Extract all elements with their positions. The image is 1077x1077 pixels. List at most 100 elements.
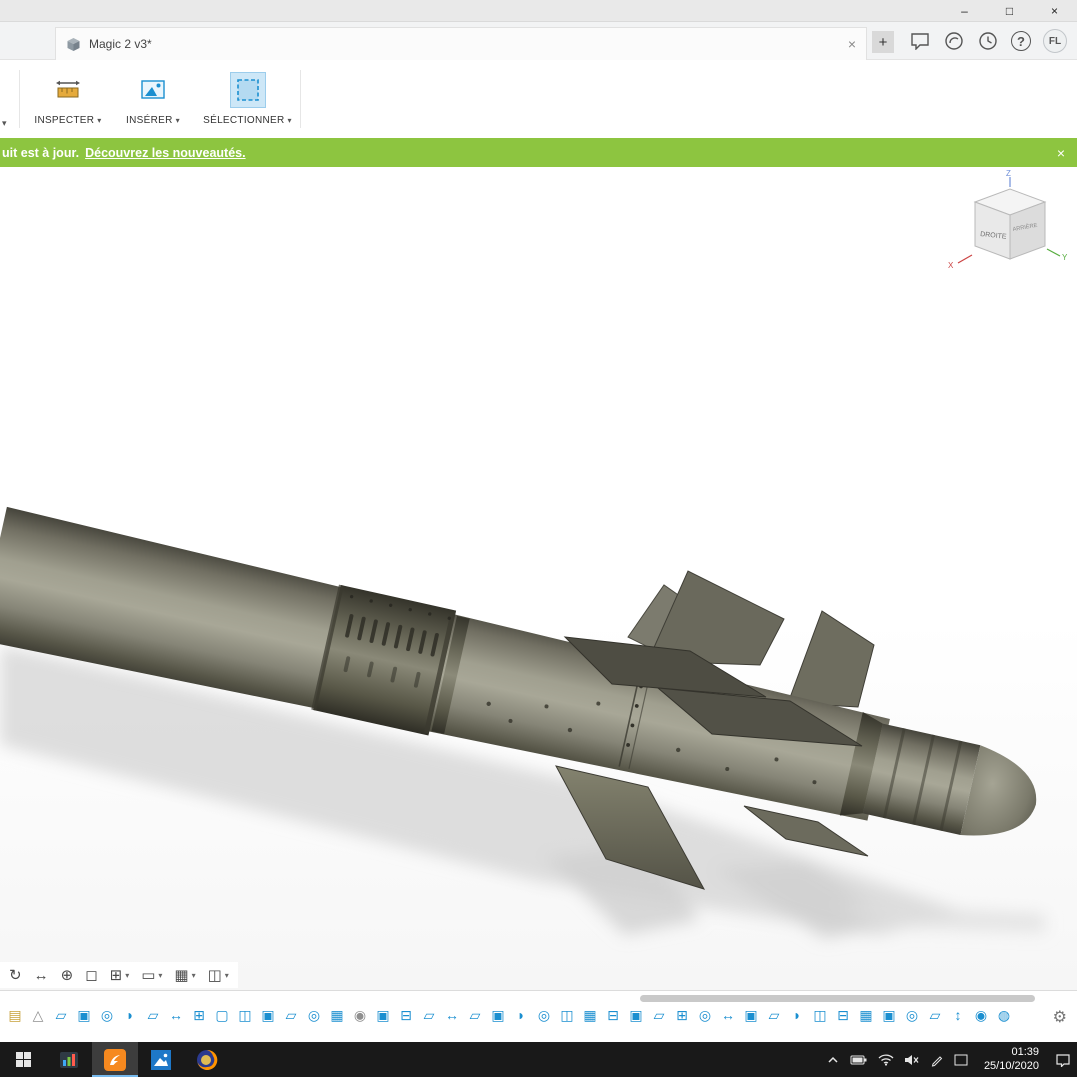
viewport-3d-scene[interactable]: DROITE ARRIÈRE X Y Z xyxy=(0,167,1077,990)
action-center-icon[interactable] xyxy=(1055,1053,1071,1067)
version-history-icon[interactable] xyxy=(977,30,999,52)
taskbar-app-fusion-360[interactable] xyxy=(92,1042,138,1077)
timeline-feature-canvas-icon[interactable]: ▤ xyxy=(6,1006,24,1024)
3d-viewport[interactable]: DROITE ARRIÈRE X Y Z ↻ ↔ ⊕ ◻ ⊞ ▾ ▭ ▾ ▦ ▾ ◫ ▾ xyxy=(0,167,1077,990)
pan-tool[interactable]: ↔ xyxy=(29,967,54,984)
pen-icon[interactable] xyxy=(930,1053,944,1067)
missile-fin-upper-front[interactable] xyxy=(787,610,875,708)
timeline-feature-extrude-icon[interactable]: ▣ xyxy=(742,1006,760,1024)
timeline-feature-mirror-icon[interactable]: ◫ xyxy=(236,1006,254,1024)
timeline-feature-mirror-icon[interactable]: ◫ xyxy=(811,1006,829,1024)
timeline-feature-sketch-icon[interactable]: ▱ xyxy=(466,1006,484,1024)
zoom-tool[interactable]: ⊕ xyxy=(56,967,79,984)
start-button[interactable] xyxy=(0,1042,46,1077)
toolbar-group-inspect[interactable]: INSPECTER ▾ xyxy=(28,72,108,126)
display-settings[interactable]: ▭ ▾ xyxy=(136,967,167,984)
select-box-icon[interactable] xyxy=(229,72,266,108)
missile-seeker-section[interactable] xyxy=(862,723,981,836)
user-avatar[interactable]: FL xyxy=(1043,29,1067,53)
timeline-feature-appearance-icon[interactable]: ◍ xyxy=(995,1006,1013,1024)
toolbar-label-inspecter[interactable]: INSPECTER ▾ xyxy=(28,115,108,126)
timeline-feature-hole-icon[interactable]: ◎ xyxy=(696,1006,714,1024)
timeline-feature-fillet-icon[interactable]: ◗ xyxy=(512,1006,530,1024)
timeline-feature-pattern-icon[interactable]: ▦ xyxy=(857,1006,875,1024)
timeline-feature-combine-icon[interactable]: ⊞ xyxy=(190,1006,208,1024)
viewports[interactable]: ◫ ▾ xyxy=(203,967,234,984)
timeline-feature-joint-icon[interactable]: ◉ xyxy=(351,1006,369,1024)
battery-icon[interactable] xyxy=(850,1054,868,1066)
timeline-feature-fillet-icon[interactable]: ◗ xyxy=(121,1006,139,1024)
job-status-icon[interactable] xyxy=(943,30,965,52)
timeline-feature-move-icon[interactable]: ↔ xyxy=(443,1006,461,1024)
timeline-feature-joint-icon[interactable]: ◉ xyxy=(972,1006,990,1024)
timeline-feature-combine-icon[interactable]: ⊞ xyxy=(673,1006,691,1024)
timeline-scrollbar[interactable] xyxy=(640,995,1035,1002)
taskbar-clock[interactable]: 01:39 25/10/2020 xyxy=(984,1046,1039,1074)
taskbar-app-media-app[interactable] xyxy=(46,1042,92,1077)
toolbar-separator xyxy=(19,70,20,128)
insert-image-icon[interactable] xyxy=(135,72,171,108)
toolbar-label-selectionner[interactable]: SÉLECTIONNER ▾ xyxy=(200,115,295,126)
timeline-feature-move-icon[interactable]: ↔ xyxy=(719,1006,737,1024)
update-notification-banner: uit est à jour. Découvrez les nouveautés… xyxy=(0,138,1077,167)
timeline-feature-extrude-icon[interactable]: ▣ xyxy=(489,1006,507,1024)
toolbar-label-inserer[interactable]: INSÉRER ▾ xyxy=(118,115,188,126)
timeline-feature-sketch-icon[interactable]: ▱ xyxy=(650,1006,668,1024)
measure-icon[interactable] xyxy=(50,72,86,108)
timeline-feature-plane-icon[interactable]: ▱ xyxy=(144,1006,162,1024)
timeline-feature-hole-icon[interactable]: ◎ xyxy=(903,1006,921,1024)
document-tab[interactable]: Magic 2 v3* × xyxy=(55,27,867,60)
timeline-settings-gear-icon[interactable]: ⚙ xyxy=(1053,1007,1067,1027)
timeline-feature-sketch-icon[interactable]: ▱ xyxy=(926,1006,944,1024)
volume-muted-icon[interactable] xyxy=(904,1054,920,1066)
toolbar-group-insert[interactable]: INSÉRER ▾ xyxy=(118,72,188,126)
timeline-bar: ▤ △ ▱ ▣ ◎ ◗ ▱ ↔ ⊞ ▢ ◫ ▣ ▱ ◎ ▦ ◉ ▣ ⊟ ▱ ↔ ▱ ▣ ◗ ◎ ◫ ▦ ⊟ ▣ ▱ ⊞ ◎ ↔ ▣ ▱ ◗ ◫ ⊟ ▦ ▣ ◎… xyxy=(0,990,1077,1042)
banner-whats-new-link[interactable]: Découvrez les nouveautés. xyxy=(85,146,245,160)
hidden-icons-chevron-icon[interactable] xyxy=(826,1054,840,1066)
tab-close-icon[interactable]: × xyxy=(848,37,856,51)
window-maximize-button[interactable]: □ xyxy=(987,0,1032,21)
timeline-feature-cut-icon[interactable]: ⊟ xyxy=(397,1006,415,1024)
taskbar-app-firefox[interactable] xyxy=(184,1042,230,1077)
help-icon[interactable]: ? xyxy=(1011,31,1031,51)
timeline-feature-hole-icon[interactable]: ◎ xyxy=(535,1006,553,1024)
timeline-feature-hole-icon[interactable]: ◎ xyxy=(98,1006,116,1024)
timeline-feature-pattern-icon[interactable]: ▦ xyxy=(328,1006,346,1024)
zoom-window-tool[interactable]: ⊞ ▾ xyxy=(105,967,135,984)
taskbar-app-photos-app[interactable] xyxy=(138,1042,184,1077)
timeline-feature-extrude-icon[interactable]: ▣ xyxy=(374,1006,392,1024)
timeline-feature-mirror-icon[interactable]: ◫ xyxy=(558,1006,576,1024)
timeline-feature-cut-icon[interactable]: ⊟ xyxy=(834,1006,852,1024)
comments-icon[interactable] xyxy=(909,30,931,52)
toolbar-group-select[interactable]: SÉLECTIONNER ▾ xyxy=(200,72,295,126)
new-tab-button[interactable]: + xyxy=(872,31,894,53)
timeline-feature-extrude-icon[interactable]: ▣ xyxy=(880,1006,898,1024)
wifi-icon[interactable] xyxy=(878,1053,894,1066)
banner-close-icon[interactable]: × xyxy=(1057,145,1065,161)
orbit-tool[interactable]: ↻ xyxy=(4,967,27,984)
timeline-feature-plane-icon[interactable]: ▱ xyxy=(765,1006,783,1024)
timeline-feature-align-icon[interactable]: ↕ xyxy=(949,1006,967,1024)
timeline-feature-cut-icon[interactable]: ⊟ xyxy=(604,1006,622,1024)
timeline-feature-pattern-icon[interactable]: ▦ xyxy=(581,1006,599,1024)
viewcube[interactable]: DROITE ARRIÈRE X Y Z xyxy=(948,169,1068,270)
axis-x-label: X xyxy=(948,261,954,270)
timeline-feature-move-icon[interactable]: ↔ xyxy=(167,1006,185,1024)
timeline-feature-extrude-icon[interactable]: ▣ xyxy=(627,1006,645,1024)
timeline-feature-sketch-icon[interactable]: ▱ xyxy=(52,1006,70,1024)
timeline-feature-extrude-icon[interactable]: ▣ xyxy=(259,1006,277,1024)
timeline-feature-mesh-icon[interactable]: △ xyxy=(29,1006,47,1024)
window-minimize-button[interactable]: – xyxy=(942,0,987,21)
timeline-feature-fillet-icon[interactable]: ◗ xyxy=(788,1006,806,1024)
grid-and-snaps[interactable]: ▦ ▾ xyxy=(169,967,200,984)
notification-icon[interactable] xyxy=(954,1054,968,1066)
timeline-feature-plane-icon[interactable]: ▱ xyxy=(420,1006,438,1024)
timeline-feature-shell-icon[interactable]: ▢ xyxy=(213,1006,231,1024)
caret-down-icon: ▾ xyxy=(125,970,130,980)
window-close-button[interactable]: × xyxy=(1032,0,1077,21)
timeline-feature-extrude-icon[interactable]: ▣ xyxy=(75,1006,93,1024)
fit-view-tool[interactable]: ◻ xyxy=(80,967,102,984)
cropped-dropdown-caret-icon[interactable]: ▾ xyxy=(2,118,7,129)
timeline-feature-sketch-icon[interactable]: ▱ xyxy=(282,1006,300,1024)
timeline-feature-hole-icon[interactable]: ◎ xyxy=(305,1006,323,1024)
